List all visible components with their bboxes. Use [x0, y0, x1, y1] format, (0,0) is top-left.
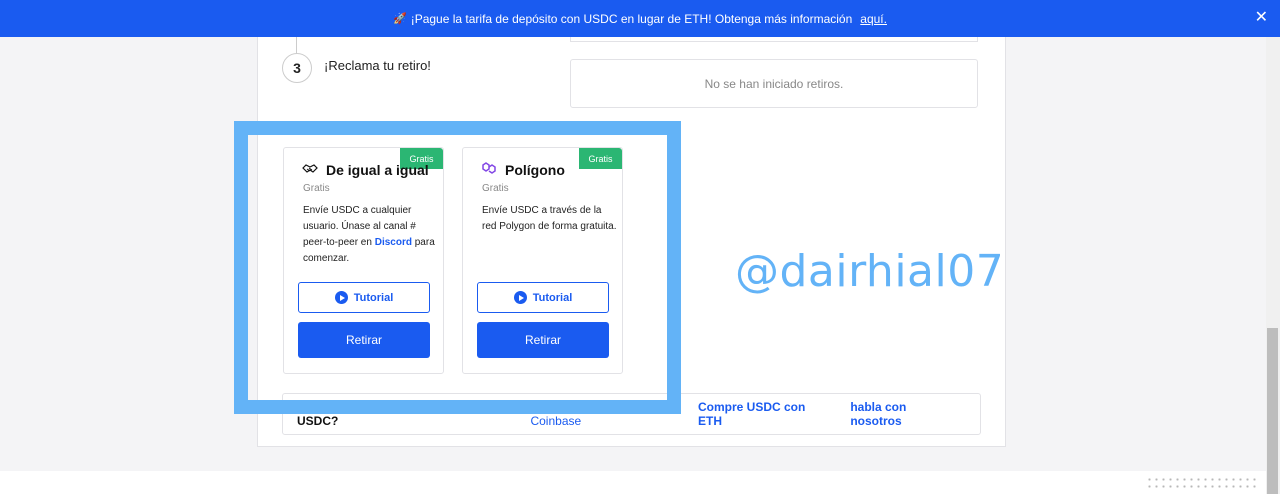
footer [0, 471, 1266, 494]
card-fee: Gratis [482, 183, 509, 194]
tutorial-label: Tutorial [353, 291, 394, 304]
peer-to-peer-card: Gratis De igual a igual Gratis Envíe USD… [283, 147, 444, 374]
polygon-icon [481, 161, 497, 179]
close-icon[interactable]: ✕ [1255, 9, 1268, 27]
card-description: Envíe USDC a cualquier usuario. Únase al… [303, 203, 438, 267]
buy-with-eth-link[interactable]: Compre USDC con ETH [698, 400, 825, 428]
discord-link[interactable]: Discord [375, 237, 412, 248]
step-label: ¡Reclama tu retiro! [324, 58, 431, 73]
handshake-icon [302, 161, 318, 179]
help-bar: ¿Necesita ayuda para comprar USDC? Compr… [282, 393, 981, 435]
partial-heading [293, 128, 296, 132]
withdrawals-empty-state: No se han iniciado retiros. [570, 59, 978, 108]
polygon-card: Gratis Polígono Gratis Envíe USDC a trav… [462, 147, 623, 374]
card-description: Envíe USDC a través de la red Polygon de… [482, 205, 617, 232]
tutorial-label: Tutorial [532, 291, 573, 304]
play-icon [334, 291, 348, 304]
tutorial-button[interactable]: Tutorial [298, 282, 430, 313]
free-tag: Gratis [579, 148, 622, 169]
tutorial-button[interactable]: Tutorial [477, 282, 609, 313]
previous-step-box [570, 37, 978, 42]
promo-banner: 🚀 ¡Pague la tarifa de depósito con USDC … [0, 0, 1280, 37]
contact-link[interactable]: habla con nosotros [850, 400, 955, 428]
rocket-icon: 🚀 [393, 13, 407, 25]
card-title: Polígono [505, 162, 565, 178]
dot-pattern [1146, 476, 1258, 488]
step-number: 3 [282, 53, 312, 83]
withdraw-button[interactable]: Retirar [477, 322, 609, 358]
step-connector [296, 37, 297, 54]
help-question: ¿Necesita ayuda para comprar USDC? [297, 400, 472, 428]
card-title: De igual a igual [326, 162, 429, 178]
play-icon [513, 291, 527, 304]
banner-message: ¡Pague la tarifa de depósito con USDC en… [410, 11, 853, 26]
coinbase-link[interactable]: Compre USDC en Coinbase [530, 400, 673, 428]
watermark: @dairhial07 [735, 246, 1005, 297]
scrollbar-thumb[interactable] [1267, 328, 1278, 494]
withdraw-button[interactable]: Retirar [298, 322, 430, 358]
card-fee: Gratis [303, 183, 330, 194]
banner-link[interactable]: aquí. [860, 12, 887, 26]
